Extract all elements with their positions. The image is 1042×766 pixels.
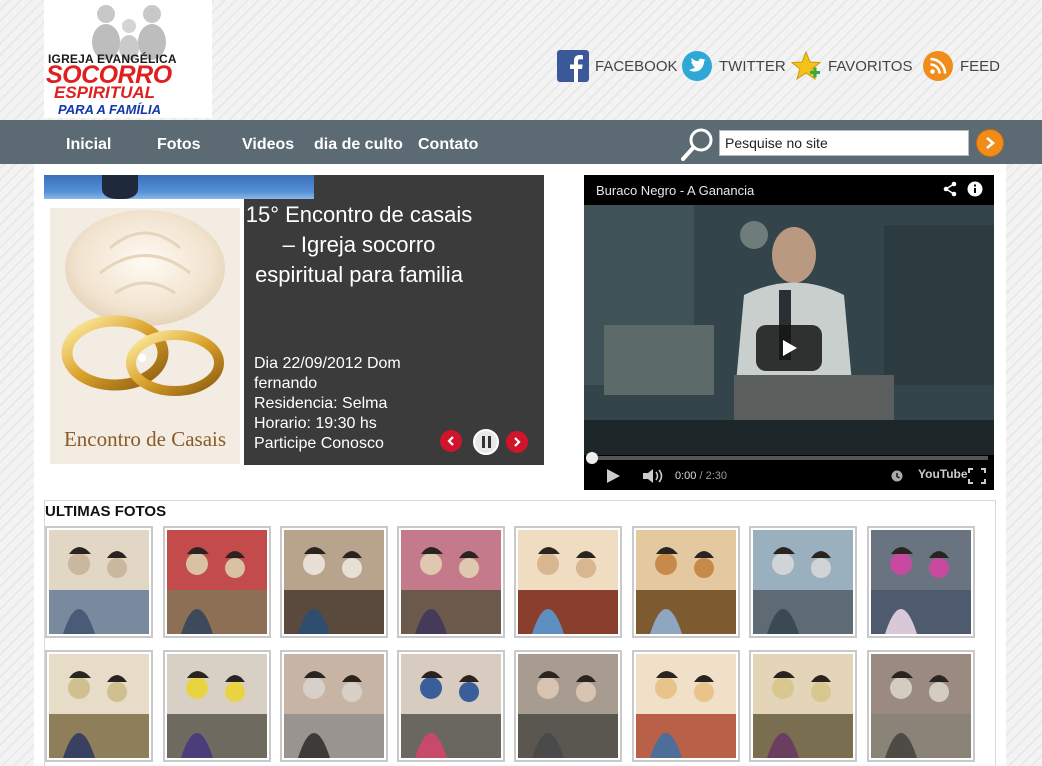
info-icon[interactable] [967, 181, 983, 197]
search-icon[interactable] [680, 126, 716, 162]
video-scrubber[interactable] [586, 452, 598, 464]
slider-strip-dark [314, 175, 544, 199]
photo-thumbnail[interactable] [514, 526, 622, 638]
photo-thumbnail[interactable] [280, 526, 388, 638]
photo-thumbnail[interactable] [632, 650, 740, 762]
twitter-label: TWITTER [719, 57, 786, 75]
video-play-button[interactable] [756, 325, 822, 371]
feed-label: FEED [960, 57, 1001, 75]
slide-desc-line: Dia 22/09/2012 Dom fernando [254, 355, 401, 392]
family-icon [92, 5, 166, 60]
photo-thumbnail[interactable] [749, 650, 857, 762]
photo-thumbnail[interactable] [632, 526, 740, 638]
photo-thumbnail[interactable] [163, 526, 271, 638]
photo-image [518, 530, 618, 634]
slide-description: Dia 22/09/2012 Dom fernando Residencia: … [254, 354, 434, 454]
slider-strip [44, 175, 314, 199]
logo-line-4: PARA A FAMÍLIA [58, 102, 162, 117]
volume-icon[interactable] [643, 469, 663, 483]
nav-item-fotos[interactable]: Fotos [157, 120, 201, 164]
feed-link[interactable]: FEED [922, 50, 1000, 82]
rss-icon [923, 51, 953, 81]
photo-image [401, 654, 501, 758]
video-frame[interactable] [584, 205, 994, 455]
photo-image [284, 530, 384, 634]
slide-title[interactable]: 15° Encontro de casais – Igreja socorro … [244, 200, 474, 290]
watch-later-icon[interactable] [891, 470, 903, 482]
video-title[interactable]: Buraco Negro - A Ganancia [596, 183, 754, 198]
play-icon[interactable] [606, 469, 620, 483]
video-time-total: 2:30 [705, 470, 728, 482]
photo-thumbnail[interactable] [397, 526, 505, 638]
photo-thumbnail[interactable] [45, 650, 153, 762]
nav-item-videos[interactable]: Videos [242, 120, 294, 164]
rings-image [50, 208, 240, 464]
favoritos-link[interactable]: FAVORITOS [790, 50, 912, 82]
video-progress-bar[interactable] [586, 452, 988, 464]
youtube-logo[interactable]: YouTube [918, 467, 968, 481]
nav-item-inicial[interactable]: Inicial [66, 120, 111, 164]
photo-image [167, 654, 267, 758]
slider-pause-button[interactable] [473, 429, 499, 455]
fullscreen-icon[interactable] [968, 468, 986, 484]
twitter-link[interactable]: TWITTER [681, 50, 786, 82]
photo-thumbnail[interactable] [163, 650, 271, 762]
logo-line-3: ESPIRITUAL [54, 83, 156, 102]
favoritos-label: FAVORITOS [828, 57, 913, 75]
photo-thumbnail[interactable] [45, 526, 153, 638]
twitter-icon [682, 51, 712, 81]
photo-image [871, 530, 971, 634]
photo-image [167, 530, 267, 634]
star-icon [790, 50, 822, 81]
chevron-right-icon [986, 137, 996, 149]
photo-image [49, 530, 149, 634]
slide-image-caption: Encontro de Casais [63, 427, 227, 451]
photo-image [49, 654, 149, 758]
slide-desc-line: Residencia: Selma [254, 395, 388, 412]
share-icon[interactable] [942, 181, 958, 197]
video-player[interactable]: Buraco Negro - A Ganancia 0:00 / 2:30 Yo… [584, 175, 994, 490]
search-submit-button[interactable] [976, 129, 1004, 157]
slider-next-button[interactable] [506, 431, 528, 453]
video-time: 0:00 / 2:30 [675, 470, 728, 482]
photo-image [636, 654, 736, 758]
chevron-right-icon [514, 437, 521, 447]
nav-item-dia-de-culto[interactable]: dia de culto [314, 120, 403, 164]
photo-image [284, 654, 384, 758]
slide-desc-line: Participe Conosco [254, 435, 384, 452]
site-logo[interactable]: IGREJA EVANGÉLICA SOCORRO ESPIRITUAL PAR… [44, 0, 212, 118]
photo-thumbnail[interactable] [749, 526, 857, 638]
nav-item-contato[interactable]: Contato [418, 120, 478, 164]
photo-image [753, 530, 853, 634]
photo-thumbnail[interactable] [397, 650, 505, 762]
search-input[interactable] [719, 130, 969, 156]
photo-image [871, 654, 971, 758]
video-time-current: 0:00 [675, 470, 697, 482]
play-icon [783, 340, 797, 356]
photo-thumbnail[interactable] [867, 650, 975, 762]
photo-thumbnail[interactable] [514, 650, 622, 762]
latest-photos-heading: ULTIMAS FOTOS [45, 503, 167, 520]
chevron-left-icon [447, 436, 454, 446]
photo-image [636, 530, 736, 634]
photo-thumbnail[interactable] [280, 650, 388, 762]
photo-image [401, 530, 501, 634]
facebook-icon [557, 50, 589, 82]
slide-image[interactable]: Encontro de Casais [50, 208, 240, 464]
photo-thumbnail[interactable] [867, 526, 975, 638]
slider-prev-button[interactable] [440, 430, 462, 452]
slide-desc-line: Horario: 19:30 hs [254, 415, 377, 432]
photo-image [518, 654, 618, 758]
photo-image [753, 654, 853, 758]
facebook-link[interactable]: FACEBOOK [557, 50, 678, 82]
slide-text-panel: 15° Encontro de casais – Igreja socorro … [244, 199, 544, 465]
facebook-label: FACEBOOK [595, 57, 678, 75]
